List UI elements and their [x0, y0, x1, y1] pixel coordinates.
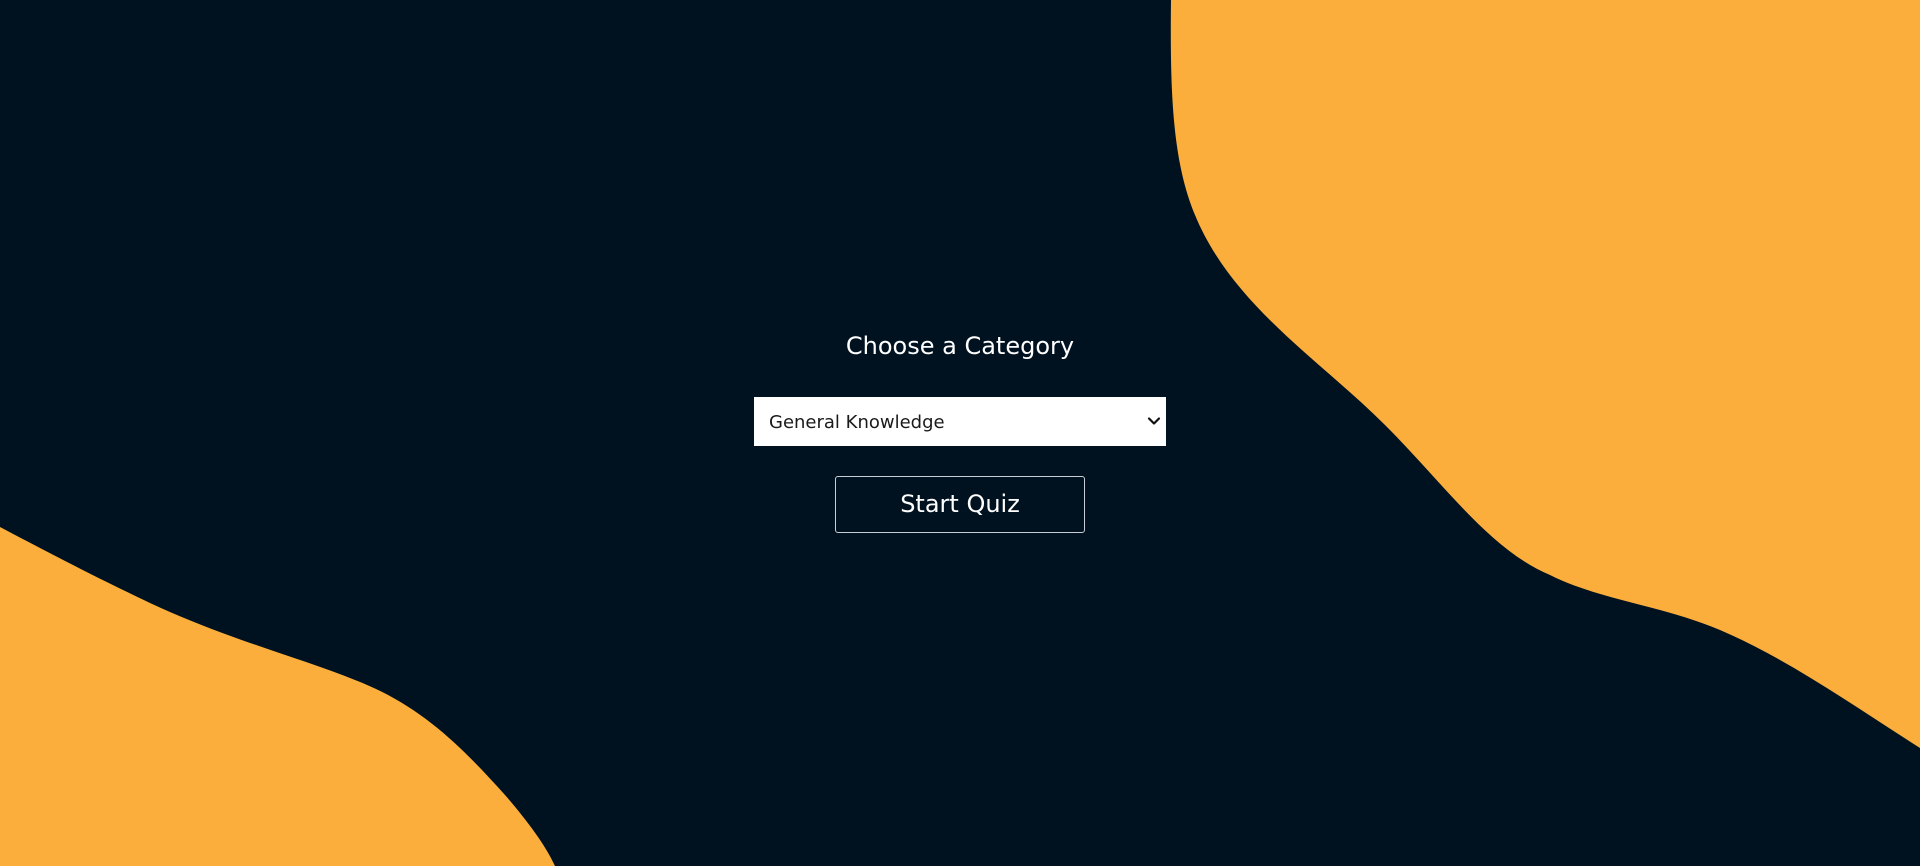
category-select[interactable]: General Knowledge — [754, 397, 1166, 446]
quiz-start-screen: Choose a Category General Knowledge Star… — [0, 0, 1920, 866]
category-panel: Choose a Category General Knowledge Star… — [754, 330, 1166, 533]
top-right-wave — [1170, 0, 1920, 748]
page-title: Choose a Category — [845, 332, 1075, 360]
start-quiz-button[interactable]: Start Quiz — [835, 476, 1085, 533]
chevron-down-icon — [1147, 417, 1161, 425]
category-select-value: General Knowledge — [769, 412, 945, 433]
bottom-left-wave — [0, 527, 555, 866]
